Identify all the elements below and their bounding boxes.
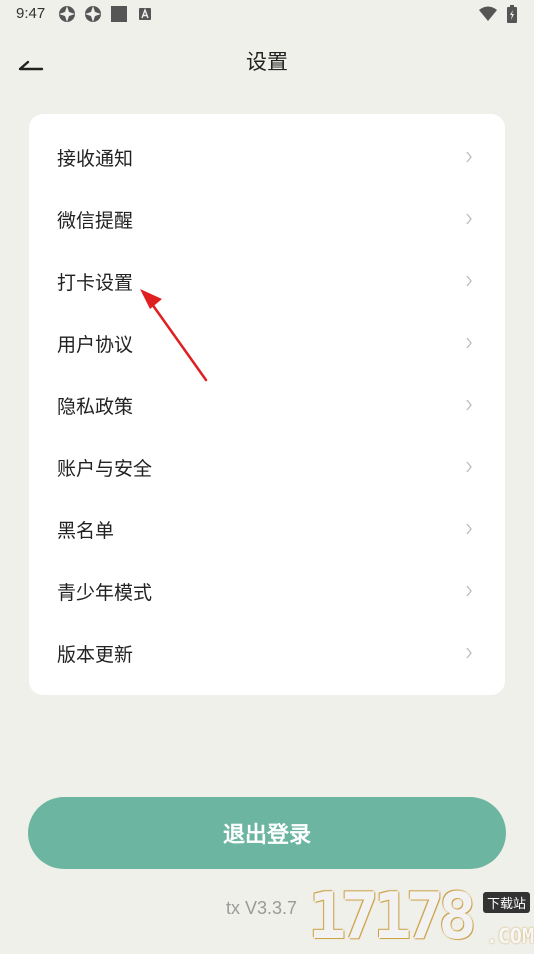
- menu-item-label: 青少年模式: [57, 581, 153, 604]
- status-time: 9:47: [16, 5, 46, 22]
- a-box-icon: [136, 5, 154, 23]
- header-bar: 设置: [0, 30, 534, 92]
- app-notification-icon: [58, 5, 76, 23]
- chevron-right-icon: [466, 275, 472, 287]
- page-title: 设置: [246, 50, 288, 74]
- chevron-right-icon: [466, 647, 472, 659]
- settings-menu: 接收通知 微信提醒 打卡设置 用户协议 隐私政策 账户与安全 黑名单 青少年模式…: [29, 114, 505, 684]
- menu-item-privacy-policy[interactable]: 隐私政策: [29, 374, 505, 436]
- watermark-suffix: .COM: [485, 924, 534, 948]
- menu-item-receive-notifications[interactable]: 接收通知: [29, 126, 505, 188]
- menu-item-account-security[interactable]: 账户与安全: [29, 436, 505, 498]
- settings-card: 接收通知 微信提醒 打卡设置 用户协议 隐私政策 账户与安全 黑名单 青少年模式…: [29, 114, 505, 695]
- status-icons-right: [478, 5, 518, 27]
- chevron-right-icon: [466, 337, 472, 349]
- menu-item-blacklist[interactable]: 黑名单: [29, 498, 505, 560]
- chevron-right-icon: [466, 399, 472, 411]
- watermark-badge: 下载站: [482, 892, 530, 913]
- menu-item-wechat-reminder[interactable]: 微信提醒: [29, 188, 505, 250]
- chevron-right-icon: [466, 151, 472, 163]
- menu-item-label: 黑名单: [57, 519, 115, 542]
- chevron-right-icon: [466, 461, 472, 473]
- menu-item-label: 版本更新: [57, 643, 134, 666]
- menu-item-label: 账户与安全: [57, 457, 153, 480]
- menu-item-label: 微信提醒: [57, 209, 134, 232]
- logout-button[interactable]: 退出登录: [28, 797, 506, 869]
- menu-item-checkin-settings[interactable]: 打卡设置: [29, 250, 505, 312]
- status-bar: 9:47: [0, 0, 534, 30]
- status-icons-left: [58, 5, 154, 23]
- chevron-right-icon: [466, 523, 472, 535]
- watermark-logo: 17178 下载站 .COM: [308, 884, 534, 950]
- menu-item-label: 接收通知: [57, 147, 134, 170]
- menu-item-version-update[interactable]: 版本更新: [29, 622, 505, 684]
- menu-item-teen-mode[interactable]: 青少年模式: [29, 560, 505, 622]
- wifi-icon: [478, 6, 498, 26]
- version-text: tx V3.3.7: [226, 898, 298, 918]
- watermark-digits: 17178: [308, 880, 477, 954]
- menu-item-user-agreement[interactable]: 用户协议: [29, 312, 505, 374]
- chevron-right-icon: [466, 213, 472, 225]
- square-icon: [110, 5, 128, 23]
- chevron-right-icon: [466, 585, 472, 597]
- menu-item-label: 用户协议: [57, 333, 134, 356]
- app-notification-icon: [84, 5, 102, 23]
- menu-item-label: 打卡设置: [57, 271, 134, 294]
- battery-icon: [506, 5, 518, 27]
- menu-item-label: 隐私政策: [57, 395, 134, 418]
